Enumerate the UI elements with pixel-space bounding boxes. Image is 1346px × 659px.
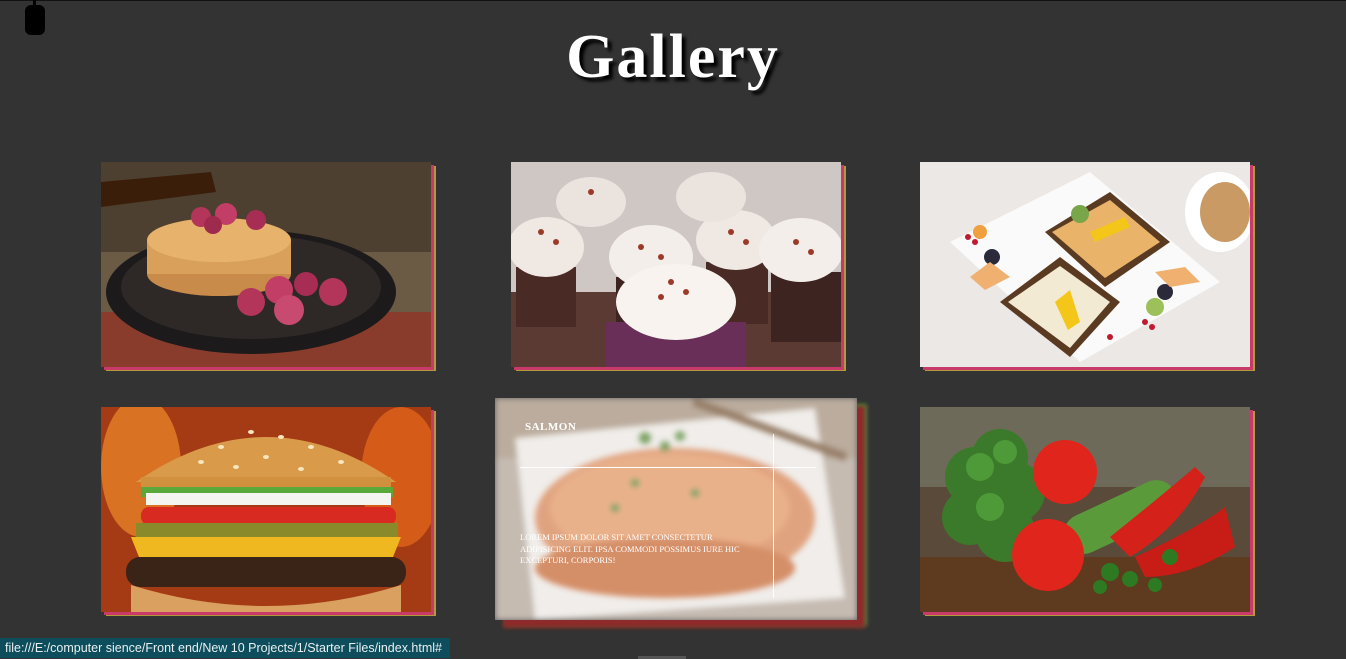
salmon-overlay-title: SALMON [525, 421, 577, 433]
gallery-item-toast[interactable] [920, 162, 1250, 367]
gallery-item-burger[interactable] [101, 407, 431, 612]
gallery-item-pancakes[interactable] [101, 162, 431, 367]
pancakes-image [101, 162, 431, 367]
gallery-item-cupcakes[interactable] [511, 162, 841, 367]
overlay-horizontal-line [520, 467, 816, 468]
salmon-overlay-text: Lorem ipsum dolor sit amet consectetur a… [520, 532, 740, 565]
gallery-item-vegetables[interactable] [920, 407, 1250, 612]
cupcakes-image [511, 162, 841, 367]
overlay-vertical-line [773, 434, 774, 598]
gallery-item-salmon[interactable]: SALMON Lorem ipsum dolor sit amet consec… [495, 398, 857, 620]
burger-image [101, 407, 431, 612]
vegetables-image [920, 407, 1250, 612]
page-title: Gallery [566, 23, 780, 91]
status-bar-url: file:///E:/computer sience/Front end/New… [0, 638, 450, 658]
window-top-border [0, 0, 1346, 1]
toast-image [920, 162, 1250, 367]
